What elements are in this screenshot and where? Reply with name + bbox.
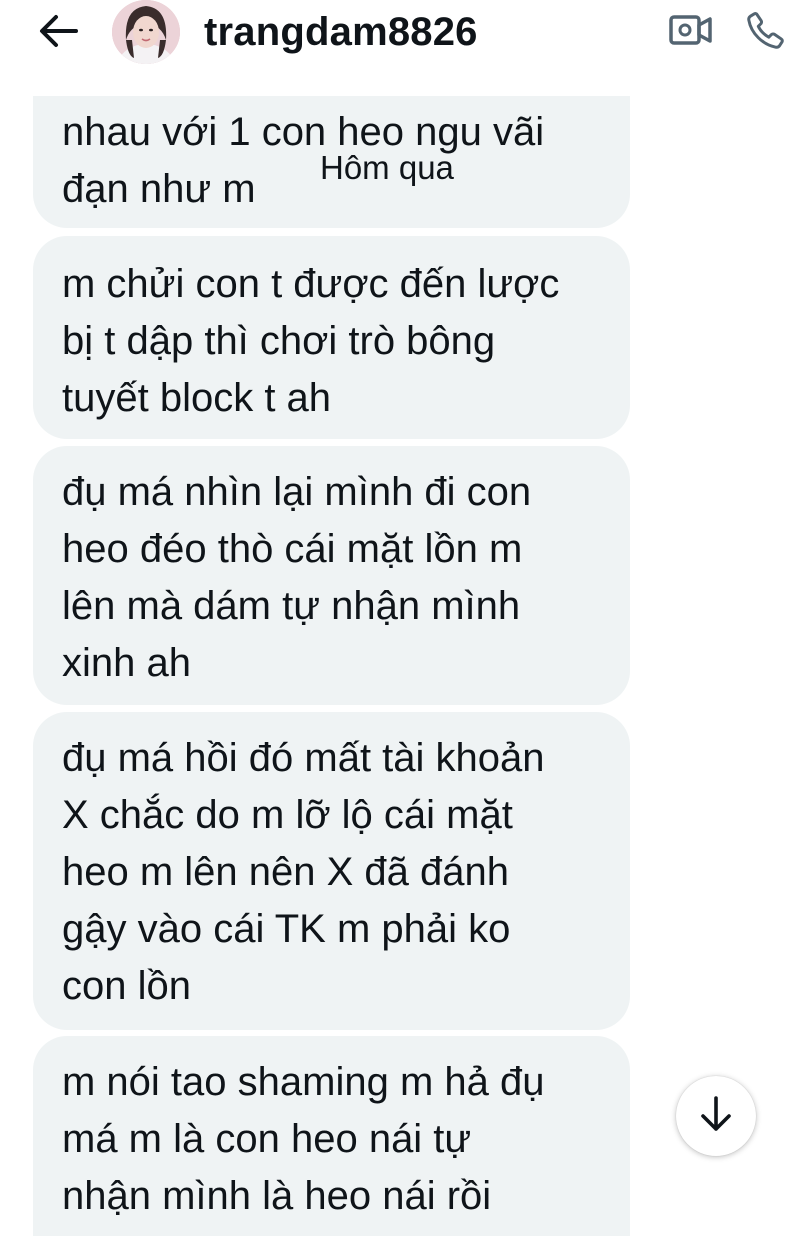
- message-list: nhau với 1 con heo ngu vãi đạn như m Hôm…: [0, 0, 797, 1236]
- back-button[interactable]: [30, 8, 86, 58]
- video-call-button[interactable]: [664, 6, 718, 58]
- message-bubble[interactable]: m chửi con t được đến lược bị t dập thì …: [33, 236, 630, 439]
- date-separator: Hôm qua: [320, 149, 454, 186]
- message-bubble[interactable]: m nói tao shaming m hả đụ má m là con he…: [33, 1036, 630, 1236]
- avatar[interactable]: [112, 0, 180, 64]
- arrow-down-icon: [698, 1094, 734, 1139]
- phone-icon: [745, 9, 787, 56]
- conversation-username[interactable]: trangdam8826: [204, 6, 478, 58]
- voice-call-button[interactable]: [738, 4, 794, 60]
- scroll-to-bottom-button[interactable]: [676, 1076, 756, 1156]
- conversation-header: trangdam8826: [0, 0, 797, 96]
- message-bubble[interactable]: đụ má nhìn lại mình đi con heo đéo thò c…: [33, 446, 630, 705]
- video-call-icon: [669, 13, 713, 52]
- arrow-left-icon: [38, 14, 78, 53]
- message-bubble[interactable]: đụ má hồi đó mất tài khoản X chắc do m l…: [33, 712, 630, 1030]
